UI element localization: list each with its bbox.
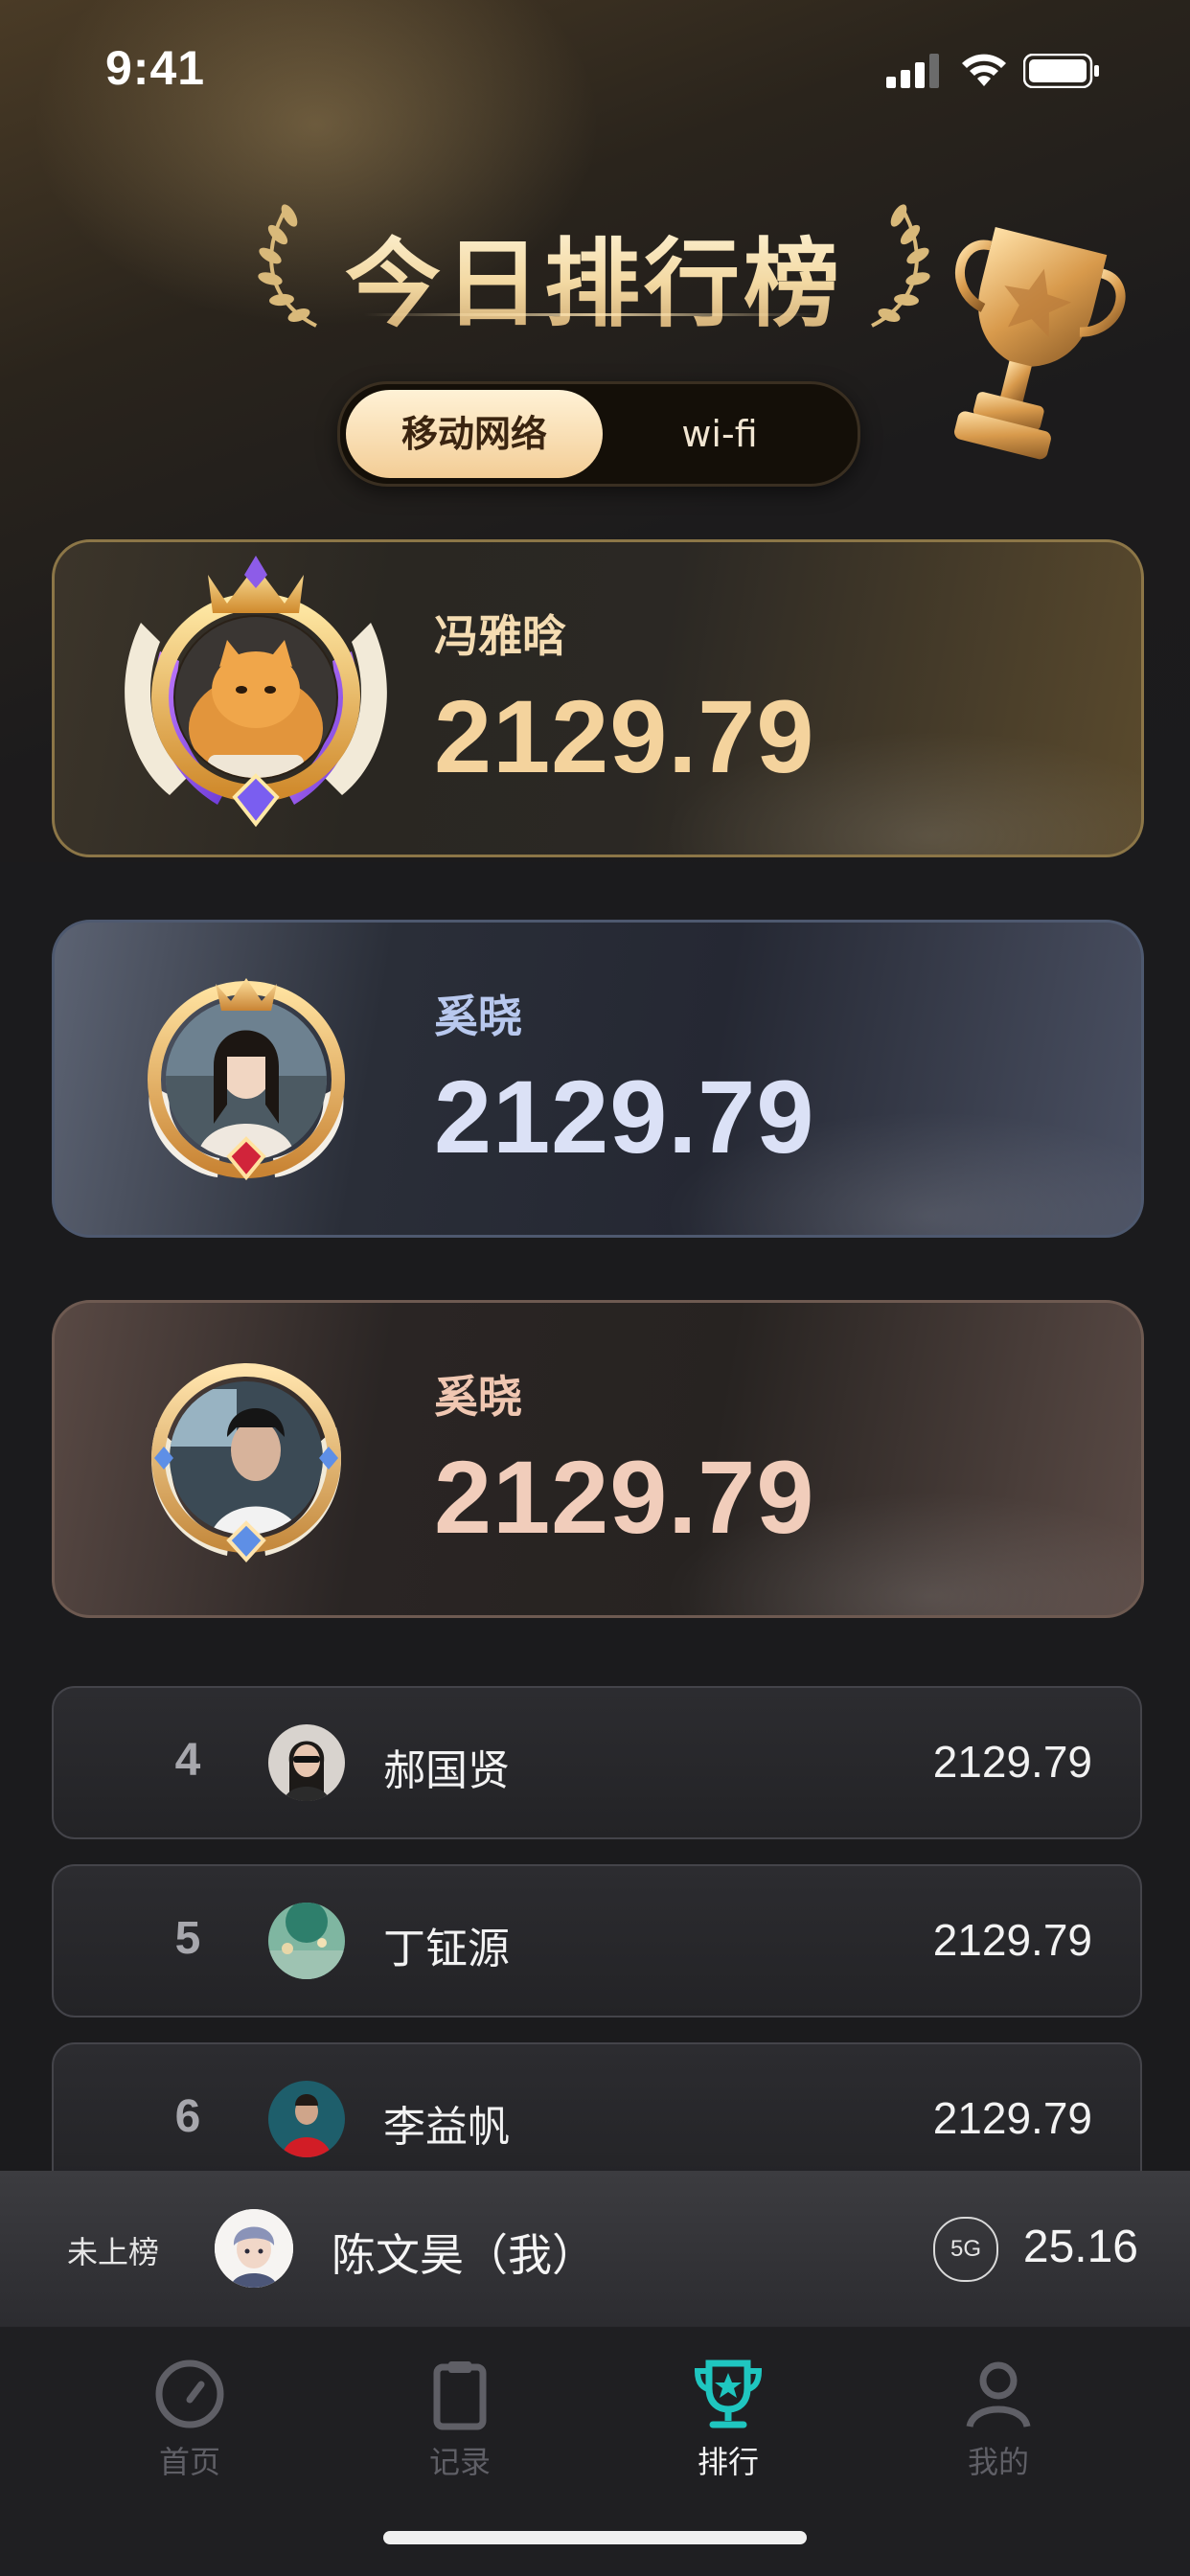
tab-label: 排行 <box>697 2444 759 2480</box>
rank-number: 5 <box>174 1913 201 1964</box>
page-title: 今日排行榜 <box>249 206 939 345</box>
list-item[interactable]: 4 郝国贤 2129.79 <box>52 1686 1142 1839</box>
my-avatar <box>215 2209 293 2288</box>
podium-card-rank-2[interactable]: 奚晓 2129.79 <box>52 920 1144 1238</box>
tab-profile[interactable]: 我的 <box>903 2356 1094 2490</box>
battery-icon <box>1023 54 1099 88</box>
rank-number: 4 <box>174 1735 201 1786</box>
avatar <box>268 1724 345 1801</box>
home-indicator <box>383 2531 807 2544</box>
rank-name: 李益帆 <box>383 2103 510 2152</box>
tab-label: 记录 <box>428 2444 491 2480</box>
rank-score: 2129.79 <box>932 1915 1092 1965</box>
my-rank-bar[interactable]: 未上榜 陈文昊（我） 5G 25.16 <box>0 2171 1190 2326</box>
podium-card-rank-3[interactable]: 奚晓 2129.79 <box>52 1300 1144 1618</box>
person-icon <box>966 2361 1031 2428</box>
tab-label: 我的 <box>967 2444 1029 2480</box>
podium-score: 2129.79 <box>434 1439 815 1555</box>
network-type-segment: 移动网络 wi-fi <box>337 381 860 487</box>
tab-records[interactable]: 记录 <box>364 2356 556 2490</box>
cellular-signal-icon <box>886 54 939 88</box>
list-item[interactable]: 5 丁钲源 2129.79 <box>52 1864 1142 2017</box>
podium-name: 奚晓 <box>434 991 522 1042</box>
rank-score: 2129.79 <box>932 2093 1092 2143</box>
podium-score: 2129.79 <box>434 678 815 794</box>
my-rank-label: 未上榜 <box>67 2234 160 2270</box>
avatar <box>268 2081 345 2157</box>
trophy-icon <box>694 2359 763 2428</box>
bronze-avatar-frame <box>151 1363 341 1562</box>
rank-number: 6 <box>174 2091 201 2142</box>
tab-wifi[interactable]: wi-fi <box>591 390 848 478</box>
rank-score: 2129.79 <box>932 1737 1092 1787</box>
wifi-icon <box>962 54 1006 86</box>
gold-crown-avatar-frame <box>125 556 387 828</box>
my-score: 25.16 <box>1022 2222 1138 2272</box>
tab-home[interactable]: 首页 <box>94 2356 286 2490</box>
silver-winged-avatar-frame <box>148 978 345 1181</box>
podium-name: 奚晓 <box>434 1371 522 1423</box>
title-underline <box>364 313 824 316</box>
podium-card-rank-1[interactable]: 冯雅晗 2129.79 <box>52 539 1144 857</box>
status-time: 9:41 <box>105 41 206 95</box>
speedometer-icon <box>155 2359 224 2428</box>
podium-name: 冯雅晗 <box>434 610 566 662</box>
my-name: 陈文昊（我） <box>332 2229 596 2281</box>
rank-name: 丁钲源 <box>383 1925 510 1973</box>
network-type-badge: 5G <box>933 2217 998 2282</box>
trophy-illustration-icon <box>954 227 1126 460</box>
status-bar: 9:41 <box>0 0 1190 144</box>
tab-label: 首页 <box>158 2444 220 2480</box>
podium-score: 2129.79 <box>434 1059 815 1174</box>
avatar <box>268 1903 345 1979</box>
rank-name: 郝国贤 <box>383 1746 510 1795</box>
tab-ranking[interactable]: 排行 <box>632 2356 824 2490</box>
clipboard-icon <box>433 2361 487 2430</box>
leaderboard-title-area: 今日排行榜 <box>249 196 939 340</box>
tab-mobile-network[interactable]: 移动网络 <box>346 390 603 478</box>
